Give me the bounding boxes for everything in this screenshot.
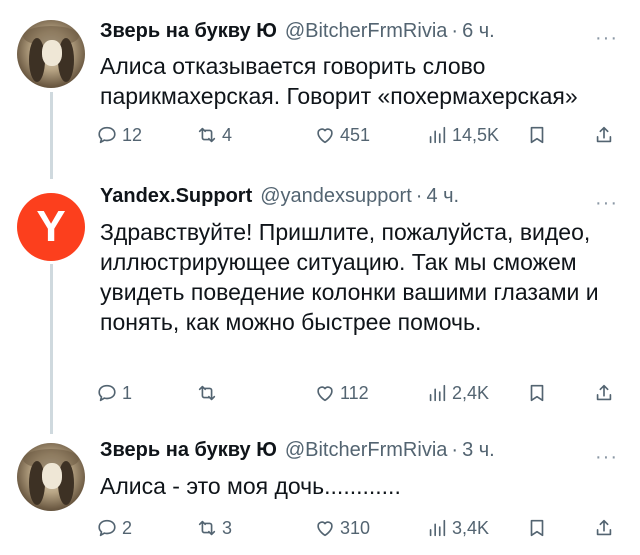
tweet-text: Здравствуйте! Пришлите, пожалуйста, виде… (100, 219, 599, 335)
reply-icon (98, 126, 116, 144)
heart-icon (317, 128, 333, 144)
tweet-text: Алиса - это моя дочь............ (100, 473, 401, 499)
retweet-icon (198, 520, 216, 536)
user-avatar[interactable] (17, 443, 85, 511)
like-count: 112 (340, 382, 369, 403)
tweet[interactable]: Зверь на букву Ю @BitcherFrmRivia · 6 ч.… (0, 0, 640, 175)
retweet-icon (198, 385, 216, 401)
like-button[interactable]: 112 (314, 378, 369, 408)
views-button[interactable]: 3,4K (426, 513, 489, 543)
reply-count: 2 (122, 517, 133, 538)
tweet-header: Yandex.Support @yandexsupport · 4 ч. (100, 185, 459, 213)
tweet-text: Алиса отказывается говорить слово парикм… (100, 53, 578, 109)
share-icon (596, 384, 612, 401)
yandex-logo-icon: Y (36, 202, 66, 251)
author-name[interactable]: Yandex.Support (100, 185, 252, 208)
retweet-button[interactable]: 4 (196, 120, 232, 150)
more-options-icon[interactable]: ··· (595, 28, 618, 48)
heart-icon (317, 386, 333, 402)
views-icon (429, 519, 446, 537)
reply-count: 1 (122, 382, 133, 403)
tweet-header: Зверь на букву Ю @BitcherFrmRivia · 3 ч. (100, 439, 495, 467)
tweet-time[interactable]: 3 ч. (462, 439, 495, 462)
retweet-button[interactable]: 3 (196, 513, 232, 543)
views-icon (429, 384, 446, 402)
views-count: 3,4K (452, 517, 490, 538)
bookmark-button[interactable] (526, 378, 548, 408)
author-name[interactable]: Зверь на букву Ю (100, 20, 277, 43)
reply-button[interactable]: 2 (96, 513, 132, 543)
like-count: 451 (340, 124, 371, 145)
bookmark-button[interactable] (526, 513, 548, 543)
yandex-logo-avatar[interactable]: Y (17, 193, 85, 261)
views-icon (429, 126, 446, 144)
like-count: 310 (340, 517, 371, 538)
reply-button[interactable]: 1 (96, 378, 132, 408)
views-count: 2,4K (452, 382, 490, 403)
bookmark-icon (530, 519, 544, 537)
share-button[interactable] (593, 120, 615, 150)
views-count: 14,5K (452, 124, 500, 145)
author-handle[interactable]: @BitcherFrmRivia (285, 20, 448, 43)
share-button[interactable] (593, 513, 615, 543)
tweet-time[interactable]: 4 ч. (426, 185, 459, 208)
share-button[interactable] (593, 378, 615, 408)
tweet-time[interactable]: 6 ч. (462, 20, 495, 43)
retweet-button[interactable] (196, 378, 222, 408)
heart-icon (317, 521, 333, 537)
retweet-count: 4 (222, 124, 233, 145)
views-button[interactable]: 14,5K (426, 120, 499, 150)
user-avatar[interactable] (17, 20, 85, 88)
separator-dot: · (451, 20, 459, 42)
author-handle[interactable]: @BitcherFrmRivia (285, 439, 448, 462)
reply-icon (98, 384, 116, 402)
bookmark-icon (530, 126, 544, 144)
like-button[interactable]: 451 (314, 120, 370, 150)
share-icon (596, 126, 612, 143)
tweet-actions: 1 112 2,4K (96, 378, 626, 408)
author-handle[interactable]: @yandexsupport (260, 185, 412, 208)
reply-count: 12 (122, 124, 143, 145)
views-button[interactable]: 2,4K (426, 378, 489, 408)
reply-button[interactable]: 12 (96, 120, 142, 150)
bookmark-icon (530, 384, 544, 402)
reply-icon (98, 519, 116, 537)
tweet-header: Зверь на букву Ю @BitcherFrmRivia · 6 ч. (100, 20, 495, 48)
more-options-icon[interactable]: ··· (595, 447, 618, 467)
tweet[interactable]: Зверь на букву Ю @BitcherFrmRivia · 3 ч.… (0, 425, 640, 555)
separator-dot: · (415, 185, 423, 207)
bookmark-button[interactable] (526, 120, 548, 150)
retweet-count: 3 (222, 517, 233, 538)
like-button[interactable]: 310 (314, 513, 370, 543)
retweet-icon (198, 127, 216, 143)
author-name[interactable]: Зверь на букву Ю (100, 439, 277, 462)
tweet-actions: 2 3 310 3,4K (96, 513, 626, 543)
share-icon (596, 519, 612, 536)
separator-dot: · (451, 439, 459, 461)
tweet[interactable]: Y Yandex.Support @yandexsupport · 4 ч. ·… (0, 175, 640, 425)
more-options-icon[interactable]: ··· (595, 193, 618, 213)
tweet-actions: 12 4 451 14,5K (96, 120, 626, 150)
